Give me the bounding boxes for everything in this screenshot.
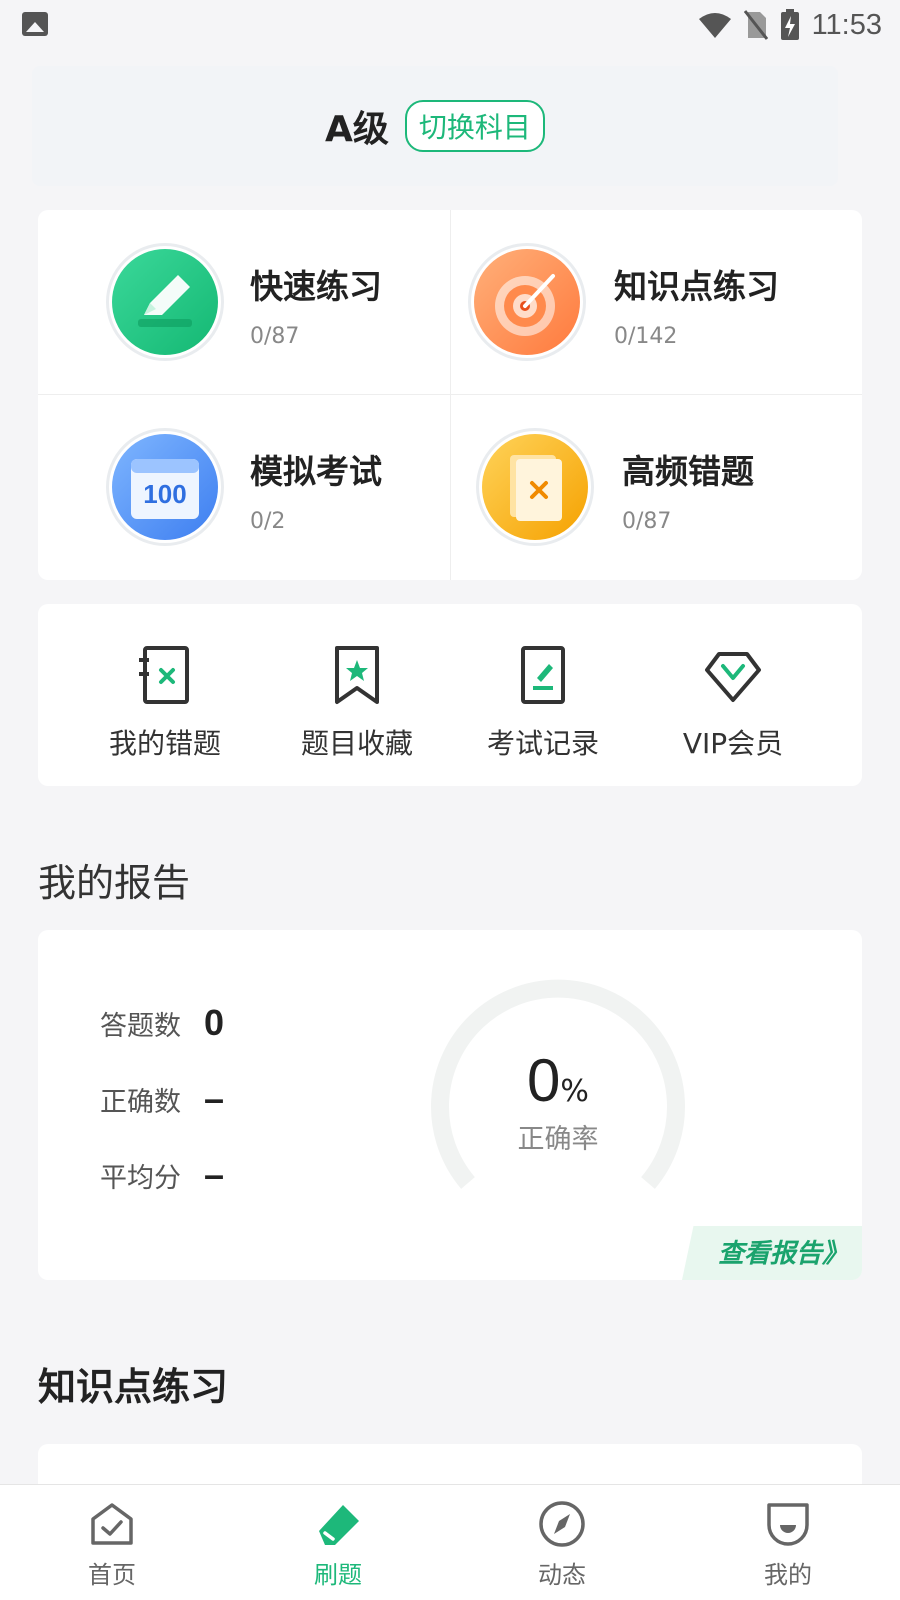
stat-label: 正确数	[100, 1087, 181, 1118]
clock: 11:53	[811, 8, 882, 41]
tab-profile[interactable]: 我的	[728, 1499, 848, 1590]
knowledge-section-title: 知识点练习	[38, 1365, 229, 1409]
tab-practice[interactable]: 刷题	[278, 1499, 398, 1590]
mock-exam-card[interactable]: 100 模拟考试 0/2	[38, 395, 450, 580]
average-score-stat: 平均分 –	[100, 1154, 224, 1196]
frequent-errors-card[interactable]: 高频错题 0/87	[450, 395, 862, 580]
practice-title: 知识点练习	[614, 267, 779, 306]
status-bar: 11:53	[0, 0, 900, 50]
battery-charging-icon	[780, 9, 799, 40]
practice-count: 0/142	[614, 324, 678, 349]
accuracy-value: 0	[527, 1047, 561, 1114]
bookmark-star-icon	[335, 646, 379, 704]
accuracy-unit: %	[560, 1074, 589, 1109]
pencil-icon	[106, 243, 224, 361]
tool-label: VIP会员	[682, 727, 784, 760]
practice-title: 模拟考试	[250, 452, 382, 491]
exam-record-icon	[521, 646, 565, 704]
tab-home[interactable]: 首页	[52, 1499, 172, 1590]
tab-label: 首页	[88, 1561, 136, 1589]
practice-grid: 快速练习 0/87 知识点练习 0/142 100 模拟考试 0/2 高频错题 …	[38, 210, 862, 580]
answered-count-stat: 答题数 0	[100, 1002, 224, 1044]
switch-subject-button[interactable]: 切换科目	[404, 100, 545, 152]
stat-label: 答题数	[100, 1011, 181, 1042]
bottom-tab-bar: 首页 刷题 动态 我的	[0, 1484, 900, 1600]
tab-label: 我的	[764, 1561, 812, 1589]
practice-title: 快速练习	[250, 267, 382, 306]
wifi-icon	[698, 13, 731, 38]
tool-label: 考试记录	[486, 727, 599, 760]
practice-count: 0/87	[622, 509, 672, 534]
mock-exam-icon-text: 100	[143, 479, 186, 509]
eraser-icon	[319, 1505, 359, 1545]
vip-member-button[interactable]: VIP会员	[648, 644, 818, 762]
practice-count: 0/87	[250, 324, 300, 349]
image-notification-icon	[22, 12, 48, 36]
accuracy-readout: 0% 正确率	[428, 1046, 688, 1156]
subject-header: A级 切换科目	[32, 66, 838, 186]
wrong-note-icon	[139, 646, 189, 704]
diamond-v-icon	[705, 652, 761, 702]
view-report-button[interactable]: 查看报告》	[718, 1233, 848, 1270]
tools-bar: 我的错题 题目收藏 考试记录 VIP会员	[38, 604, 862, 786]
tool-label: 题目收藏	[300, 727, 413, 760]
profile-icon	[767, 1503, 809, 1546]
tab-activity[interactable]: 动态	[502, 1499, 622, 1590]
report-section-title: 我的报告	[38, 861, 191, 905]
knowledge-practice-card[interactable]: 知识点练习 0/142	[450, 210, 862, 395]
tab-label: 动态	[538, 1561, 586, 1589]
stat-value: –	[204, 1078, 225, 1119]
target-icon	[468, 243, 586, 361]
calendar-100-icon: 100	[106, 428, 224, 546]
stat-label: 平均分	[100, 1163, 181, 1194]
tool-label: 我的错题	[108, 727, 221, 760]
practice-title: 高频错题	[622, 452, 754, 491]
book-x-icon	[476, 428, 594, 546]
home-check-icon	[91, 1503, 133, 1545]
quick-practice-card[interactable]: 快速练习 0/87	[38, 210, 450, 395]
report-card: 答题数 0 正确数 – 平均分 – 0% 正确率 查看报告》	[38, 930, 862, 1280]
practice-count: 0/2	[250, 509, 286, 534]
correct-count-stat: 正确数 –	[100, 1078, 224, 1120]
status-icons: 11:53	[698, 6, 882, 44]
stat-value: –	[204, 1154, 225, 1195]
compass-icon	[539, 1501, 585, 1547]
tab-label: 刷题	[314, 1561, 362, 1589]
no-sim-icon	[743, 10, 768, 40]
accuracy-label: 正确率	[517, 1124, 599, 1155]
subject-name: A级	[325, 109, 389, 150]
my-mistakes-button[interactable]: 我的错题	[80, 644, 250, 762]
stat-value: 0	[204, 1002, 225, 1043]
favorites-button[interactable]: 题目收藏	[272, 644, 442, 762]
exam-records-button[interactable]: 考试记录	[458, 644, 628, 762]
